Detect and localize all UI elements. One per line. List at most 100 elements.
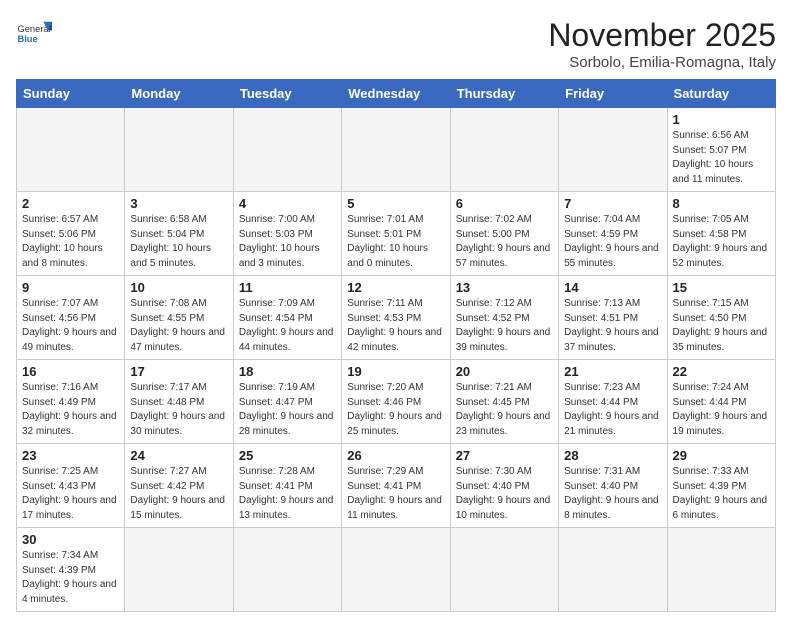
calendar-cell: 12Sunrise: 7:11 AM Sunset: 4:53 PM Dayli… <box>342 276 450 360</box>
calendar-header-saturday: Saturday <box>667 80 775 108</box>
calendar-cell <box>233 528 341 612</box>
calendar-cell <box>559 108 667 192</box>
calendar-cell: 20 Sunrise: 7:21 AM Sunset: 4:45 PM Dayli… <box>450 360 558 444</box>
calendar-week-5: 23Sunrise: 7:25 AM Sunset: 4:43 PM Dayli… <box>17 444 776 528</box>
day-number: 27 <box>456 448 553 463</box>
calendar-cell: 22Sunrise: 7:24 AM Sunset: 4:44 PM Dayli… <box>667 360 775 444</box>
calendar-cell <box>667 528 775 612</box>
generalblue-logo-icon: General Blue <box>16 16 52 52</box>
calendar-cell: 27 Sunrise: 7:30 AM Sunset: 4:40 PM Dayli… <box>450 444 558 528</box>
day-number: 20 <box>456 364 553 379</box>
calendar-cell: 30 Sunrise: 7:34 AM Sunset: 4:39 PM Dayli… <box>17 528 125 612</box>
day-number: 14 <box>564 280 661 295</box>
day-info: Sunrise: 6:57 AM Sunset: 5:06 PM Dayligh… <box>22 213 119 271</box>
calendar-cell: 11Sunrise: 7:09 AM Sunset: 4:54 PM Dayli… <box>233 276 341 360</box>
calendar-cell <box>450 108 558 192</box>
day-number: 23 <box>22 448 119 463</box>
calendar-header-wednesday: Wednesday <box>342 80 450 108</box>
calendar-cell: 1Sunrise: 6:56 AM Sunset: 5:07 PM Daylig… <box>667 108 775 192</box>
calendar-cell: 2 Sunrise: 6:57 AM Sunset: 5:06 PM Daylig… <box>17 192 125 276</box>
calendar-header-thursday: Thursday <box>450 80 558 108</box>
day-number: 30 <box>22 532 119 547</box>
day-number: 18 <box>239 364 336 379</box>
day-info: Sunrise: 7:13 AM Sunset: 4:51 PM Dayligh… <box>564 297 661 355</box>
day-number: 9 <box>22 280 119 295</box>
day-info: Sunrise: 7:24 AM Sunset: 4:44 PM Dayligh… <box>673 381 770 439</box>
day-number: 10 <box>130 280 227 295</box>
day-number: 24 <box>130 448 227 463</box>
calendar-cell <box>125 108 233 192</box>
day-number: 26 <box>347 448 444 463</box>
calendar-header-sunday: Sunday <box>17 80 125 108</box>
calendar-week-1: 1Sunrise: 6:56 AM Sunset: 5:07 PM Daylig… <box>17 108 776 192</box>
day-info: Sunrise: 7:30 AM Sunset: 4:40 PM Dayligh… <box>456 465 553 523</box>
calendar-week-6: 30 Sunrise: 7:34 AM Sunset: 4:39 PM Dayli… <box>17 528 776 612</box>
day-info: Sunrise: 7:07 AM Sunset: 4:56 PM Dayligh… <box>22 297 119 355</box>
calendar-cell: 15 Sunrise: 7:15 AM Sunset: 4:50 PM Dayli… <box>667 276 775 360</box>
day-number: 2 <box>22 196 119 211</box>
day-info: Sunrise: 6:56 AM Sunset: 5:07 PM Dayligh… <box>673 129 770 187</box>
calendar-cell: 5Sunrise: 7:01 AM Sunset: 5:01 PM Daylig… <box>342 192 450 276</box>
day-number: 8 <box>673 196 770 211</box>
page: General Blue November 2025 Sorbolo, Emil… <box>0 0 792 628</box>
calendar-cell <box>342 528 450 612</box>
calendar-header-row: SundayMondayTuesdayWednesdayThursdayFrid… <box>17 80 776 108</box>
day-info: Sunrise: 7:23 AM Sunset: 4:44 PM Dayligh… <box>564 381 661 439</box>
calendar-cell: 9 Sunrise: 7:07 AM Sunset: 4:56 PM Daylig… <box>17 276 125 360</box>
day-number: 6 <box>456 196 553 211</box>
calendar-cell: 19 Sunrise: 7:20 AM Sunset: 4:46 PM Dayli… <box>342 360 450 444</box>
title-block: November 2025 Sorbolo, Emilia-Romagna, I… <box>548 16 776 71</box>
calendar-cell: 21 Sunrise: 7:23 AM Sunset: 4:44 PM Dayli… <box>559 360 667 444</box>
main-title: November 2025 <box>548 16 776 54</box>
calendar-week-2: 2 Sunrise: 6:57 AM Sunset: 5:06 PM Daylig… <box>17 192 776 276</box>
calendar-cell: 8 Sunrise: 7:05 AM Sunset: 4:58 PM Daylig… <box>667 192 775 276</box>
day-info: Sunrise: 7:33 AM Sunset: 4:39 PM Dayligh… <box>673 465 770 523</box>
day-number: 17 <box>130 364 227 379</box>
day-info: Sunrise: 7:34 AM Sunset: 4:39 PM Dayligh… <box>22 549 119 607</box>
day-number: 7 <box>564 196 661 211</box>
day-number: 25 <box>239 448 336 463</box>
day-info: Sunrise: 7:20 AM Sunset: 4:46 PM Dayligh… <box>347 381 444 439</box>
calendar-cell <box>17 108 125 192</box>
day-number: 13 <box>456 280 553 295</box>
calendar-header-tuesday: Tuesday <box>233 80 341 108</box>
day-number: 4 <box>239 196 336 211</box>
calendar-cell: 4Sunrise: 7:00 AM Sunset: 5:03 PM Daylig… <box>233 192 341 276</box>
day-info: Sunrise: 7:12 AM Sunset: 4:52 PM Dayligh… <box>456 297 553 355</box>
day-info: Sunrise: 7:27 AM Sunset: 4:42 PM Dayligh… <box>130 465 227 523</box>
calendar-cell <box>233 108 341 192</box>
day-number: 3 <box>130 196 227 211</box>
calendar-cell: 10 Sunrise: 7:08 AM Sunset: 4:55 PM Dayli… <box>125 276 233 360</box>
day-info: Sunrise: 7:04 AM Sunset: 4:59 PM Dayligh… <box>564 213 661 271</box>
day-number: 16 <box>22 364 119 379</box>
calendar-cell <box>450 528 558 612</box>
day-info: Sunrise: 7:11 AM Sunset: 4:53 PM Dayligh… <box>347 297 444 355</box>
calendar-week-3: 9 Sunrise: 7:07 AM Sunset: 4:56 PM Daylig… <box>17 276 776 360</box>
calendar-table: SundayMondayTuesdayWednesdayThursdayFrid… <box>16 79 776 612</box>
calendar-cell: 6 Sunrise: 7:02 AM Sunset: 5:00 PM Daylig… <box>450 192 558 276</box>
calendar-cell <box>125 528 233 612</box>
day-number: 15 <box>673 280 770 295</box>
day-info: Sunrise: 7:31 AM Sunset: 4:40 PM Dayligh… <box>564 465 661 523</box>
day-number: 5 <box>347 196 444 211</box>
day-info: Sunrise: 7:21 AM Sunset: 4:45 PM Dayligh… <box>456 381 553 439</box>
day-info: Sunrise: 7:05 AM Sunset: 4:58 PM Dayligh… <box>673 213 770 271</box>
calendar-header-monday: Monday <box>125 80 233 108</box>
day-info: Sunrise: 7:29 AM Sunset: 4:41 PM Dayligh… <box>347 465 444 523</box>
calendar-cell: 16Sunrise: 7:16 AM Sunset: 4:49 PM Dayli… <box>17 360 125 444</box>
day-info: Sunrise: 7:28 AM Sunset: 4:41 PM Dayligh… <box>239 465 336 523</box>
day-number: 19 <box>347 364 444 379</box>
subtitle: Sorbolo, Emilia-Romagna, Italy <box>548 54 776 71</box>
day-info: Sunrise: 7:02 AM Sunset: 5:00 PM Dayligh… <box>456 213 553 271</box>
day-number: 29 <box>673 448 770 463</box>
day-info: Sunrise: 7:15 AM Sunset: 4:50 PM Dayligh… <box>673 297 770 355</box>
day-number: 21 <box>564 364 661 379</box>
calendar-cell: 25 Sunrise: 7:28 AM Sunset: 4:41 PM Dayli… <box>233 444 341 528</box>
svg-text:Blue: Blue <box>17 34 37 44</box>
day-number: 28 <box>564 448 661 463</box>
calendar-cell: 29 Sunrise: 7:33 AM Sunset: 4:39 PM Dayli… <box>667 444 775 528</box>
calendar-cell: 23Sunrise: 7:25 AM Sunset: 4:43 PM Dayli… <box>17 444 125 528</box>
calendar-cell: 3Sunrise: 6:58 AM Sunset: 5:04 PM Daylig… <box>125 192 233 276</box>
day-info: Sunrise: 7:08 AM Sunset: 4:55 PM Dayligh… <box>130 297 227 355</box>
calendar-cell: 17Sunrise: 7:17 AM Sunset: 4:48 PM Dayli… <box>125 360 233 444</box>
